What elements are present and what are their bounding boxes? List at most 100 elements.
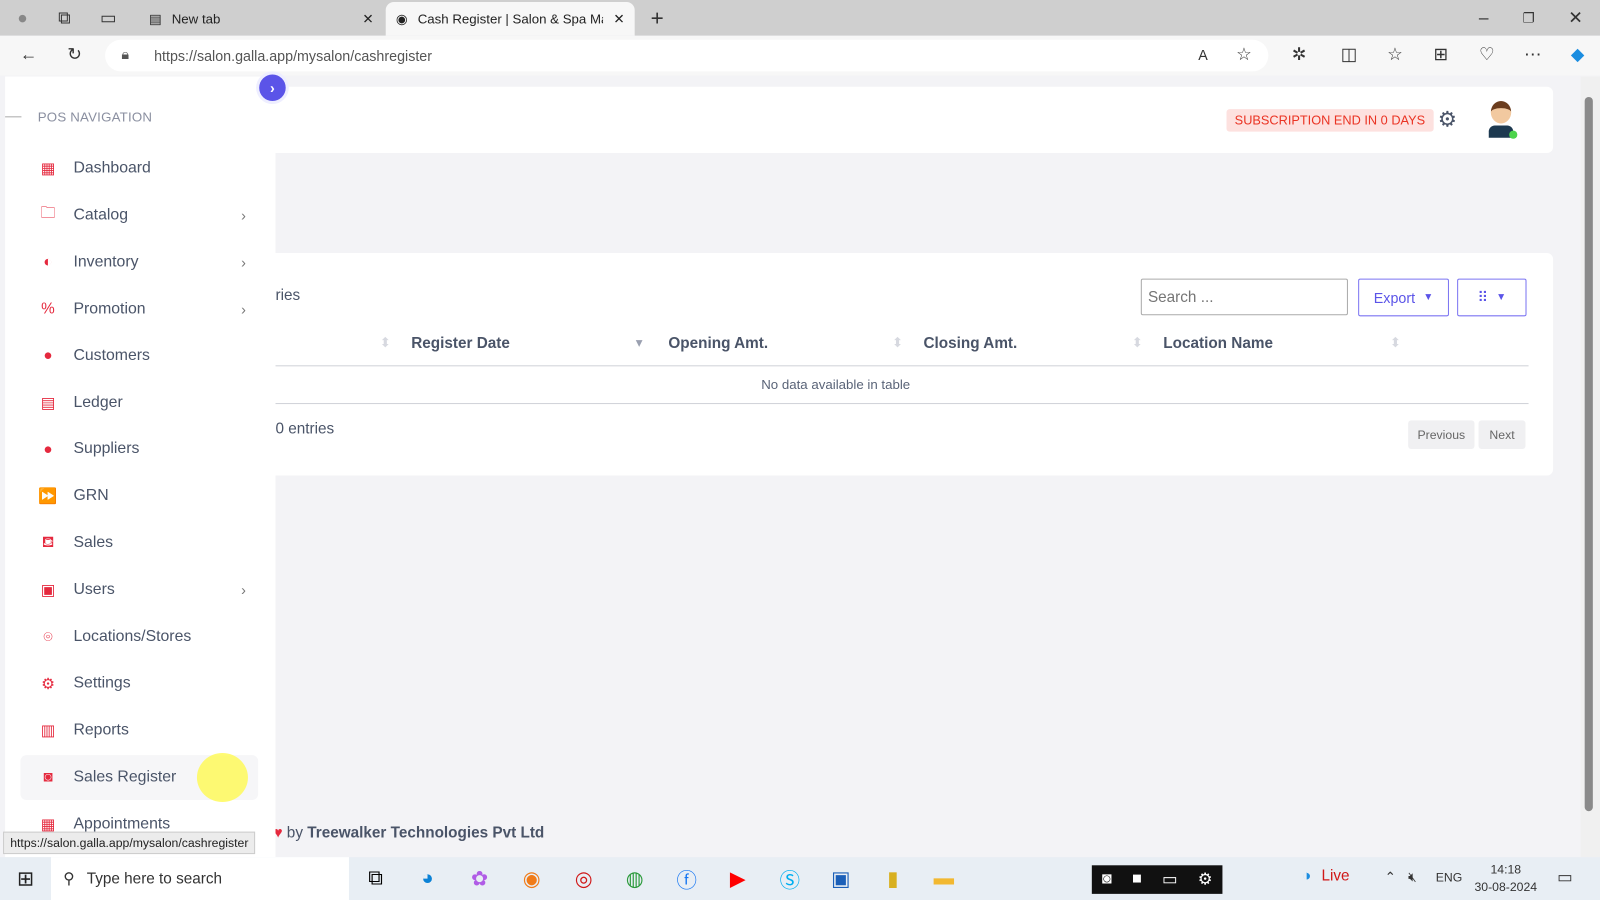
column-header-location-name[interactable]: Location Name xyxy=(1163,335,1273,352)
browser-essentials-icon[interactable]: ♡ xyxy=(1472,41,1501,70)
workspaces-icon[interactable]: ⧉ xyxy=(50,4,79,33)
divider xyxy=(5,116,22,118)
sort-icon[interactable]: ⬍ xyxy=(1132,335,1143,351)
collections-icon[interactable]: ⊞ xyxy=(1427,41,1456,70)
sidebar-item-dashboard[interactable]: ▦ Dashboard xyxy=(20,146,258,191)
window-icon[interactable]: ▭ xyxy=(1162,869,1177,889)
sidebar-item-label: Dashboard xyxy=(73,159,151,177)
facebook-icon[interactable]: ⓕ xyxy=(670,862,703,895)
profile-icon[interactable]: ● xyxy=(8,4,37,33)
column-header-closing-amt[interactable]: Closing Amt. xyxy=(923,335,1017,352)
split-screen-icon[interactable]: ◫ xyxy=(1335,41,1364,70)
online-status-icon xyxy=(1509,130,1518,139)
search-input[interactable] xyxy=(1140,278,1348,316)
task-view-icon[interactable]: ⧉ xyxy=(359,862,392,895)
chevron-right-icon: › xyxy=(241,253,246,271)
sidebar-toggle-button[interactable]: › xyxy=(259,74,286,102)
video-icon[interactable]: ■ xyxy=(1132,870,1142,888)
volume-muted-icon[interactable]: 🔇︎ xyxy=(1408,869,1416,885)
camera-icon[interactable]: ◙ xyxy=(1102,870,1112,888)
column-header-opening-amt[interactable]: Opening Amt. xyxy=(668,335,768,352)
sidebar-item-settings[interactable]: ⚙ Settings xyxy=(20,661,258,706)
sidebar-item-grn[interactable]: ⏩ GRN xyxy=(20,474,258,519)
sidebar-item-label: Promotion xyxy=(73,299,146,318)
sidebar-item-catalog[interactable]: 🗀 Catalog › xyxy=(20,193,258,238)
sidebar-item-reports[interactable]: ▥ Reports xyxy=(20,708,258,753)
next-page-button[interactable]: Next xyxy=(1478,420,1526,449)
settings-icon[interactable]: ⚙ xyxy=(1198,869,1213,889)
tab-new-tab[interactable]: ▤ New tab ✕ xyxy=(139,2,384,36)
tab-cash-register[interactable]: ◉ Cash Register | Salon & Spa Mana ✕ xyxy=(385,2,635,36)
clock[interactable]: 14:18 30-08-2024 xyxy=(1474,861,1537,896)
restore-icon[interactable]: ❐ xyxy=(1514,4,1543,33)
footer-company-link[interactable]: Treewalker Technologies Pvt Ltd xyxy=(307,824,544,841)
sort-icon[interactable]: ⬍ xyxy=(892,335,903,351)
inventory-icon: ◐ xyxy=(43,253,53,271)
column-header-register-date[interactable]: Register Date xyxy=(411,335,510,352)
weather-widget[interactable]: ◑ Live xyxy=(1302,867,1350,884)
tab-actions-icon[interactable]: ▭ xyxy=(94,4,123,33)
sidebar-item-label: GRN xyxy=(73,487,109,505)
more-icon[interactable]: ⋯ xyxy=(1518,41,1547,70)
avatar[interactable] xyxy=(1486,101,1518,142)
sidebar-item-label: Catalog xyxy=(73,206,128,224)
skype-icon[interactable]: Ⓢ xyxy=(773,862,806,895)
opera-icon[interactable]: ◎ xyxy=(567,862,600,895)
close-window-icon[interactable]: ✕ xyxy=(1561,4,1590,33)
location-icon: ⌾ xyxy=(43,628,53,646)
extensions-icon[interactable]: ✲ xyxy=(1285,41,1314,70)
windows-start-icon[interactable]: ⊞ xyxy=(9,862,42,895)
copilot-icon[interactable]: ◆ xyxy=(1563,41,1592,70)
grid-icon: ⠿ xyxy=(1477,288,1488,306)
firefox-icon[interactable]: ◉ xyxy=(515,862,548,895)
table-info: 0 entries xyxy=(275,420,335,438)
notifications-icon[interactable]: ▭ xyxy=(1557,867,1572,887)
sidebar-item-label: Ledger xyxy=(73,393,123,411)
file-explorer-icon[interactable]: ▬ xyxy=(928,862,961,895)
url-text: https://salon.galla.app/mysalon/cashregi… xyxy=(154,47,433,64)
url-input[interactable]: 🔒︎ https://salon.galla.app/mysalon/cashr… xyxy=(105,39,1269,72)
favorite-star-icon[interactable]: ☆ xyxy=(1230,41,1259,70)
chrome-icon[interactable]: ◍ xyxy=(618,862,651,895)
youtube-icon[interactable]: ▶ xyxy=(721,862,754,895)
sidebar-item-suppliers[interactable]: ● Suppliers xyxy=(20,427,258,472)
app-icon[interactable]: ▮ xyxy=(877,862,910,895)
language-indicator[interactable]: ENG xyxy=(1436,870,1463,884)
close-tab-icon[interactable]: ✕ xyxy=(613,11,624,27)
previous-page-button[interactable]: Previous xyxy=(1408,420,1475,449)
sidebar-item-ledger[interactable]: ▤ Ledger xyxy=(20,380,258,425)
sidebar-item-locations-stores[interactable]: ⌾ Locations/Stores xyxy=(20,614,258,659)
sidebar-item-customers[interactable]: ● Customers xyxy=(20,333,258,378)
scrollbar-thumb[interactable] xyxy=(1584,96,1593,812)
lock-icon: 🔒︎ xyxy=(121,45,130,63)
chevron-up-icon[interactable]: ⌃ xyxy=(1385,869,1396,885)
export-button[interactable]: Export ▼ xyxy=(1358,278,1449,317)
user-icon: ● xyxy=(43,347,53,365)
register-icon: ◙ xyxy=(43,768,53,786)
sidebar-item-users[interactable]: ▣ Users › xyxy=(20,567,258,612)
sidebar-item-sales[interactable]: ⛾ Sales xyxy=(20,521,258,566)
sort-icon[interactable]: ⬍ xyxy=(380,335,391,351)
new-tab-icon[interactable]: + xyxy=(643,4,672,33)
favorites-icon[interactable]: ☆ xyxy=(1381,41,1410,70)
sort-desc-icon[interactable]: ▾ xyxy=(636,335,643,351)
minimize-icon[interactable]: – xyxy=(1469,4,1498,33)
cursor-highlight xyxy=(196,753,248,803)
back-icon[interactable]: ← xyxy=(14,41,43,70)
read-aloud-icon[interactable]: A xyxy=(1189,41,1218,70)
scrollbar[interactable] xyxy=(1580,76,1600,858)
sidebar-item-inventory[interactable]: ◐ Inventory › xyxy=(20,240,258,285)
store-icon[interactable]: ▣ xyxy=(824,862,857,895)
copilot-app-icon[interactable]: ✿ xyxy=(463,862,496,895)
reload-icon[interactable]: ↻ xyxy=(60,41,89,70)
taskbar-search[interactable]: ⚲ Type here to search xyxy=(51,857,349,900)
column-visibility-button[interactable]: ⠿ ▼ xyxy=(1457,278,1527,317)
taskbar: ⊞ ⚲ Type here to search ⧉ ◕ ✿ ◉ ◎ ◍ ⓕ ▶ Ⓢ… xyxy=(0,857,1600,900)
edge-icon[interactable]: ◕ xyxy=(411,862,444,895)
sort-icon[interactable]: ⬍ xyxy=(1390,335,1401,351)
close-tab-icon[interactable]: ✕ xyxy=(362,11,373,27)
sidebar-item-promotion[interactable]: % Promotion › xyxy=(20,286,258,331)
capture-toolbar[interactable]: ◙ ■ ▭ ⚙ xyxy=(1091,865,1223,894)
nav-header: POS NAVIGATION xyxy=(37,109,153,125)
settings-gear-icon[interactable]: ⚙ xyxy=(1438,107,1457,133)
